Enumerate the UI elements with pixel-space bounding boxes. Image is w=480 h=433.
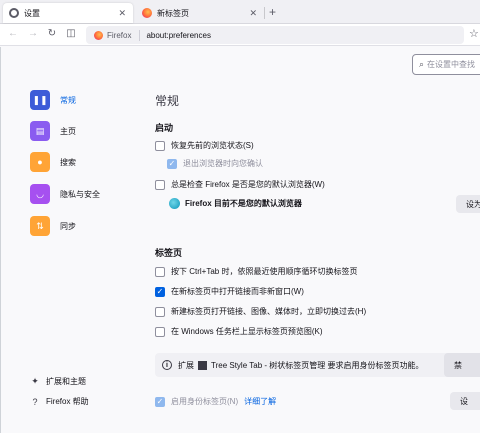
option-label: 在 Windows 任务栏上显示标签页预览图(K): [171, 327, 323, 336]
help-icon: ?: [32, 396, 38, 407]
search-placeholder: 在设置中查找: [427, 60, 476, 69]
new-tab-button[interactable]: +: [269, 5, 276, 19]
checkbox-box[interactable]: ✓: [155, 286, 165, 297]
tabs-heading: 标签页: [155, 248, 183, 258]
reload-icon[interactable]: ↻: [45, 28, 59, 39]
sidebar-item-sync[interactable]: ⇅ 同步: [30, 216, 76, 236]
option-label: 启用身份标签页(N): [171, 397, 239, 406]
sync-icon: ⇅: [30, 216, 50, 236]
extension-icon: [198, 360, 207, 370]
button-label: 禁: [454, 360, 462, 370]
settings-search-input[interactable]: ⌕ 在设置中查找: [412, 54, 480, 75]
identity-label: Firefox: [107, 30, 132, 40]
option-label: 总是检查 Firefox 是否是您的默认浏览器(W): [171, 180, 325, 189]
checkbox-box[interactable]: [155, 306, 165, 317]
containers-settings-button[interactable]: 设: [450, 392, 480, 410]
option-label: 恢复先前的浏览状态(S): [171, 141, 254, 150]
checkbox-box: ✓: [167, 158, 177, 169]
sidebar-firefox-help[interactable]: ? Firefox 帮助: [30, 396, 89, 407]
restore-session-checkbox[interactable]: 恢复先前的浏览状态(S): [155, 140, 254, 151]
sidebar-extensions-themes[interactable]: ✦ 扩展和主题: [30, 376, 86, 387]
notice-text: Tree Style Tab - 树状标签页管理 要求启用身份标签页功能。: [211, 360, 424, 370]
default-status-text: Firefox 目前不是您的默认浏览器: [185, 199, 302, 208]
warn-on-quit-checkbox: ✓ 退出浏览器时向您确认: [167, 158, 263, 169]
bookmark-star-icon[interactable]: ☆: [469, 27, 479, 40]
sidebar-item-general[interactable]: ❚❚ 常规: [30, 90, 76, 110]
checkbox-box[interactable]: [155, 326, 165, 337]
default-browser-status: Firefox 目前不是您的默认浏览器: [169, 198, 302, 209]
checkbox-box[interactable]: [155, 266, 165, 277]
set-default-button[interactable]: 设为: [456, 195, 480, 213]
close-icon[interactable]: ✕: [118, 8, 126, 19]
containers-checkbox: ✓ 启用身份标签页(N) 详细了解: [155, 396, 276, 407]
forward-icon[interactable]: →: [26, 28, 40, 39]
button-label: 设为: [466, 199, 480, 209]
option-label: 在新标签页中打开链接而非新窗口(W): [171, 287, 304, 296]
mask-icon: ◡: [30, 184, 50, 204]
sidebar-item-home[interactable]: ▤ 主页: [30, 121, 76, 141]
sidebar-item-privacy[interactable]: ◡ 隐私与安全: [30, 184, 100, 204]
home-icon: ▤: [30, 121, 50, 141]
url-separator: [139, 29, 141, 41]
option-label: 新建标签页打开链接、图像、媒体时，立即切换过去(H): [171, 307, 367, 316]
general-icon: ❚❚: [30, 90, 50, 110]
sidebar-item-label: 搜索: [60, 157, 76, 167]
url-text[interactable]: about:preferences: [146, 31, 211, 40]
checkbox-box[interactable]: [155, 140, 165, 151]
puzzle-icon: ✦: [31, 376, 39, 386]
sidebar-item-label: 常规: [60, 95, 76, 105]
url-bar[interactable]: Firefox about:preferences: [86, 26, 464, 44]
sidebar-item-label: 主页: [60, 126, 76, 136]
checkbox-box: ✓: [155, 396, 165, 407]
open-links-in-tabs-checkbox[interactable]: ✓ 在新标签页中打开链接而非新窗口(W): [155, 286, 304, 297]
footer-label: 扩展和主题: [46, 377, 86, 386]
tab-settings[interactable]: 设置 ✕: [3, 3, 133, 23]
tab-label: 设置: [24, 8, 40, 18]
button-label: 设: [460, 396, 468, 406]
tab-new-tab[interactable]: 新标签页 ✕: [136, 3, 264, 23]
learn-more-link[interactable]: 详细了解: [244, 396, 276, 407]
sidebar-item-label: 隐私与安全: [60, 189, 100, 199]
disable-extension-button[interactable]: 禁: [444, 353, 480, 377]
info-icon: i: [162, 360, 172, 370]
check-default-browser-checkbox[interactable]: 总是检查 Firefox 是否是您的默认浏览器(W): [155, 179, 325, 190]
sidebar-item-search[interactable]: ● 搜索: [30, 152, 76, 172]
navigation-toolbar: ← → ↻ ◫ Firefox about:preferences ☆: [0, 24, 480, 46]
taskbar-previews-checkbox[interactable]: 在 Windows 任务栏上显示标签页预览图(K): [155, 326, 323, 337]
globe-icon: [169, 198, 180, 209]
firefox-icon: [142, 8, 152, 18]
sidebar-toggle-icon[interactable]: ◫: [64, 28, 78, 39]
switch-to-new-tab-checkbox[interactable]: 新建标签页打开链接、图像、媒体时，立即切换过去(H): [155, 306, 366, 317]
tab-strip: 设置 ✕ 新标签页 ✕ +: [0, 0, 480, 24]
close-icon[interactable]: ✕: [249, 8, 257, 19]
sidebar-item-label: 同步: [60, 221, 76, 231]
notice-prefix: 扩展: [178, 360, 194, 370]
search-icon: ⌕: [419, 59, 425, 69]
page-title: 常规: [155, 94, 180, 108]
gear-icon: [9, 8, 19, 18]
startup-heading: 启动: [155, 123, 174, 133]
ctrl-tab-checkbox[interactable]: 按下 Ctrl+Tab 时，依照最近使用顺序循环切换标签页: [155, 266, 357, 277]
footer-label: Firefox 帮助: [46, 397, 89, 406]
option-label: 退出浏览器时向您确认: [183, 159, 263, 168]
search-icon: ●: [30, 152, 50, 172]
extension-control-notice: i 扩展 Tree Style Tab - 树状标签页管理 要求启用身份标签页功…: [155, 353, 480, 377]
back-icon[interactable]: ←: [6, 28, 20, 39]
option-label: 按下 Ctrl+Tab 时，依照最近使用顺序循环切换标签页: [171, 267, 358, 276]
checkbox-box[interactable]: [155, 179, 165, 190]
tab-separator: [264, 7, 265, 19]
preferences-content: ⌕ 在设置中查找 ❚❚ 常规 ▤ 主页 ● 搜索 ◡ 隐私与安全 ⇅ 同步 ✦ …: [0, 47, 480, 433]
tab-label: 新标签页: [157, 8, 189, 18]
firefox-icon: [94, 30, 103, 40]
